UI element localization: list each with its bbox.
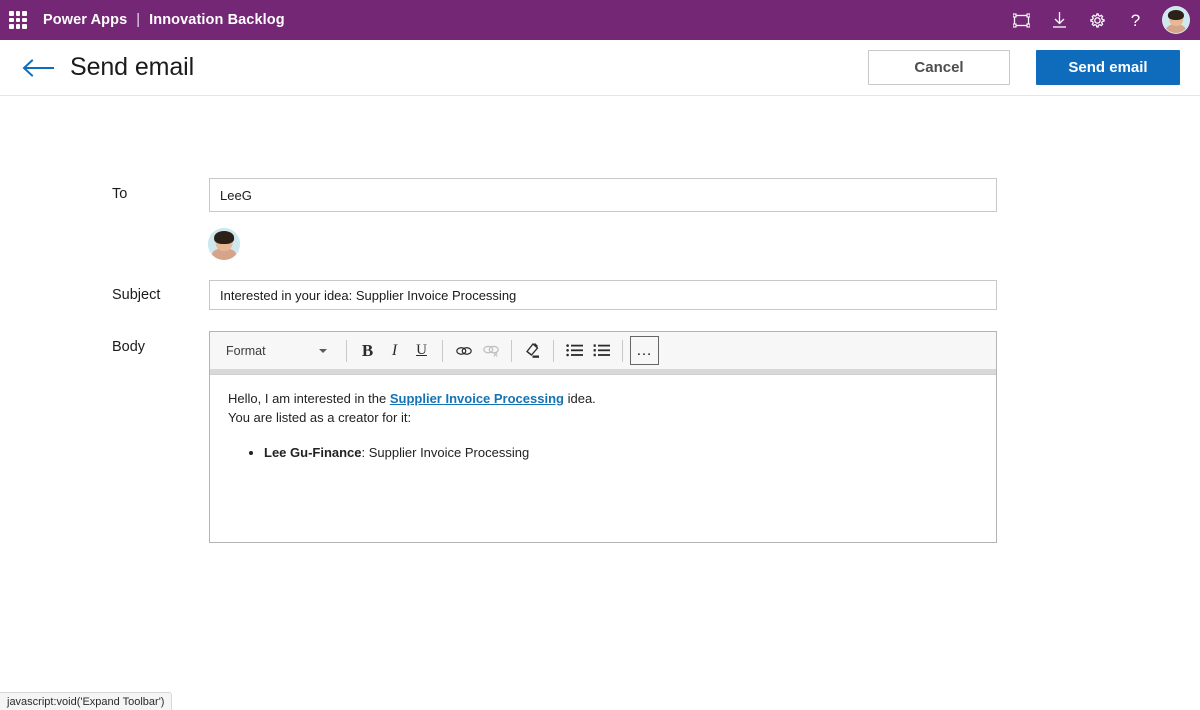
creator-list: Lee Gu-Finance: Supplier Invoice Process… (228, 443, 978, 462)
unlink-icon (482, 345, 499, 357)
to-label: To (112, 186, 128, 202)
clear-formatting-button[interactable] (519, 337, 546, 364)
subject-label: Subject (112, 287, 161, 303)
status-bar: javascript:void('Expand Toolbar') (0, 692, 173, 710)
format-dropdown[interactable]: Format (220, 337, 335, 364)
command-bar-actions: Cancel Send email (868, 50, 1200, 85)
to-person-chip-avatar[interactable] (208, 228, 240, 260)
toolbar-divider (442, 339, 443, 362)
body-line1-prefix: Hello, I am interested in the (228, 391, 390, 406)
command-bar: Send email Cancel Send email (0, 40, 1200, 96)
toolbar-divider (553, 339, 554, 362)
bulleted-list-button[interactable] (561, 337, 588, 364)
insert-link-button[interactable] (450, 337, 477, 364)
subject-input[interactable]: Interested in your idea: Supplier Invoic… (209, 280, 997, 310)
top-bar-actions: ? (1002, 0, 1200, 40)
numbered-list-icon (593, 344, 610, 357)
toolbar-divider (622, 339, 623, 362)
link-icon (455, 346, 472, 355)
list-item: Lee Gu-Finance: Supplier Invoice Process… (264, 443, 978, 462)
idea-link[interactable]: Supplier Invoice Processing (390, 391, 564, 406)
to-input[interactable]: LeeG (209, 178, 997, 212)
back-arrow-icon[interactable] (22, 53, 56, 83)
app-name-label[interactable]: Innovation Backlog (149, 12, 285, 28)
body-line1-suffix: idea. (563, 391, 596, 406)
user-avatar[interactable] (1162, 6, 1190, 34)
send-email-button[interactable]: Send email (1036, 50, 1180, 85)
brand-separator: | (136, 12, 141, 28)
bold-button[interactable]: B (354, 337, 381, 364)
editor-paragraph-2: You are listed as a creator for it: (228, 410, 412, 425)
person-avatar-face (208, 228, 240, 260)
underline-glyph: U (416, 342, 427, 358)
toolbar-divider (511, 339, 512, 362)
gear-icon[interactable] (1078, 0, 1116, 40)
fullscreen-icon[interactable] (1002, 0, 1040, 40)
format-dropdown-label: Format (226, 343, 266, 358)
body-label: Body (112, 339, 146, 355)
creator-name: Lee Gu-Finance (264, 445, 362, 460)
expand-toolbar-button[interactable]: … (630, 336, 659, 365)
brand-label[interactable]: Power Apps (43, 12, 127, 28)
italic-glyph: I (391, 341, 398, 359)
editor-toolbar: Format B I U … (210, 332, 996, 370)
underline-button[interactable]: U (408, 337, 435, 364)
brand: Power Apps | Innovation Backlog (43, 12, 285, 28)
cancel-button[interactable]: Cancel (868, 50, 1010, 85)
creator-idea: : Supplier Invoice Processing (361, 445, 530, 460)
download-icon[interactable] (1040, 0, 1078, 40)
editor-content-area[interactable]: Hello, I am interested in the Supplier I… (210, 375, 996, 476)
help-icon[interactable]: ? (1116, 0, 1154, 40)
toolbar-divider (346, 339, 347, 362)
remove-link-button (477, 337, 504, 364)
waffle-grid-icon[interactable] (9, 11, 27, 29)
top-app-bar: Power Apps | Innovation Backlog ? (0, 0, 1200, 40)
send-email-form: To LeeG Subject Interested in your idea:… (0, 96, 1200, 686)
svg-text:?: ? (1130, 11, 1139, 29)
avatar-face (1163, 7, 1189, 33)
editor-paragraph-1: Hello, I am interested in the Supplier I… (228, 389, 978, 408)
rich-text-editor[interactable]: Format B I U … Hello, I am interested in… (209, 331, 997, 543)
page-title: Send email (70, 53, 195, 81)
numbered-list-button[interactable] (588, 337, 615, 364)
ellipsis-icon: … (636, 341, 653, 359)
italic-button[interactable]: I (381, 337, 408, 364)
bulleted-list-icon (566, 344, 583, 357)
bold-glyph: B (361, 340, 374, 360)
clear-formatting-icon (525, 343, 539, 358)
chevron-down-icon (319, 348, 327, 353)
